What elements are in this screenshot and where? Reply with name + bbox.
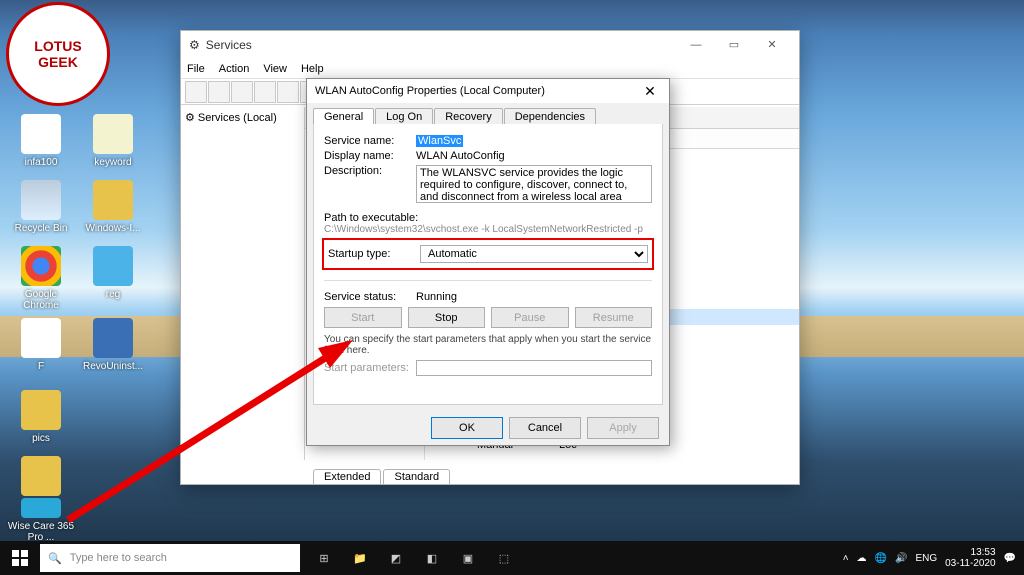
label-description: Description: [324,165,416,177]
desktop-icon-recycle-bin[interactable]: Recycle Bin [6,180,76,234]
menu-file[interactable]: File [187,63,205,75]
menu-action[interactable]: Action [219,63,250,75]
tray-notifications-icon[interactable]: 💬 [1004,553,1016,564]
ok-button[interactable]: OK [431,417,503,439]
close-button[interactable]: ✕ [753,33,791,57]
search-box[interactable]: 🔍 Type here to search [40,544,300,572]
toolbar-back-icon[interactable] [185,81,207,103]
description-textarea[interactable]: The WLANSVC service provides the logic r… [416,165,652,203]
tree-panel[interactable]: ⚙ Services (Local) [181,107,305,460]
toolbar-props-icon[interactable] [231,81,253,103]
label-path: Path to executable: [324,212,652,224]
path-value: C:\Windows\system32\svchost.exe -k Local… [324,224,652,235]
tray-up-icon[interactable]: ˄ [843,553,849,564]
properties-dialog: WLAN AutoConfig Properties (Local Comput… [306,78,670,446]
desktop-icon[interactable] [6,456,76,499]
display-name-value: WLAN AutoConfig [416,150,652,162]
menu-view[interactable]: View [263,63,287,75]
taskbar-app-icon[interactable]: ▣ [450,541,486,575]
pause-button: Pause [491,307,569,328]
label-display-name: Display name: [324,150,416,162]
maximize-button[interactable]: ▭ [715,33,753,57]
window-title: Services [206,38,252,52]
taskbar-app-icon[interactable]: ◧ [414,541,450,575]
lotus-geek-logo: LOTUSGEEK [6,2,110,106]
taskbar: 🔍 Type here to search ⊞ 📁 ◩ ◧ ▣ ⬚ ˄ ☁ 🌐 … [0,541,1024,575]
desktop-icon[interactable]: F [6,318,76,372]
dialog-title: WLAN AutoConfig Properties (Local Comput… [315,85,545,97]
label-startup-type: Startup type: [328,248,420,260]
clock[interactable]: 13:5303-11-2020 [945,547,995,569]
start-button: Start [324,307,402,328]
menu-bar: File Action View Help [181,59,799,79]
tab-general[interactable]: General [313,108,374,125]
cancel-button[interactable]: Cancel [509,417,581,439]
tray-network-icon[interactable]: 🌐 [875,553,887,564]
taskbar-app-icon[interactable]: ◩ [378,541,414,575]
desktop-icon[interactable]: keyword [78,114,148,168]
desktop-icon[interactable]: pics [6,390,76,444]
minimize-button[interactable]: — [677,33,715,57]
desktop-icon-revo[interactable]: RevoUninst... [78,318,148,372]
tray-volume-icon[interactable]: 🔊 [895,553,907,564]
toolbar-forward-icon[interactable] [208,81,230,103]
start-params-note: You can specify the start parameters tha… [324,334,652,356]
tab-recovery[interactable]: Recovery [434,108,502,125]
windows-icon [12,550,28,566]
stop-button[interactable]: Stop [408,307,486,328]
desktop-icon-chrome[interactable]: Google Chrome [6,246,76,311]
resume-button: Resume [575,307,653,328]
start-button[interactable] [0,541,40,575]
label-service-name: Service name: [324,135,416,147]
toolbar-refresh-icon[interactable] [254,81,276,103]
start-params-input [416,360,652,376]
service-name-value[interactable]: WlanSvc [416,135,463,147]
taskbar-explorer-icon[interactable]: 📁 [342,541,378,575]
desktop-icon[interactable]: infa100 [6,114,76,168]
taskbar-app-icon[interactable]: ⬚ [486,541,522,575]
tab-extended[interactable]: Extended [313,469,381,484]
search-icon: 🔍 [48,552,62,565]
tab-dependencies[interactable]: Dependencies [504,108,596,125]
startup-type-select[interactable]: Automatic [420,245,648,263]
tray-lang[interactable]: ENG [915,553,937,564]
desktop-icon-wisecare[interactable]: Wise Care 365 Pro ... [6,498,76,543]
menu-help[interactable]: Help [301,63,324,75]
dialog-titlebar[interactable]: WLAN AutoConfig Properties (Local Comput… [307,79,669,103]
label-service-status: Service status: [324,291,416,303]
desktop-icon[interactable]: Windows-I... [78,180,148,234]
tab-logon[interactable]: Log On [375,108,433,125]
tray-onedrive-icon[interactable]: ☁ [857,553,867,564]
tab-standard[interactable]: Standard [383,469,450,484]
label-start-params: Start parameters: [324,362,416,374]
task-view-icon[interactable]: ⊞ [306,541,342,575]
gear-icon: ⚙ [189,38,200,52]
service-status-value: Running [416,291,652,303]
system-tray: ˄ ☁ 🌐 🔊 ENG 13:5303-11-2020 💬 [843,547,1024,569]
desktop-icon[interactable]: reg [78,246,148,300]
startup-type-highlight: Startup type: Automatic [322,238,654,270]
services-titlebar[interactable]: ⚙ Services — ▭ ✕ [181,31,799,59]
toolbar-export-icon[interactable] [277,81,299,103]
apply-button: Apply [587,417,659,439]
gear-icon: ⚙ [185,112,198,124]
close-icon[interactable]: ✕ [639,83,661,100]
